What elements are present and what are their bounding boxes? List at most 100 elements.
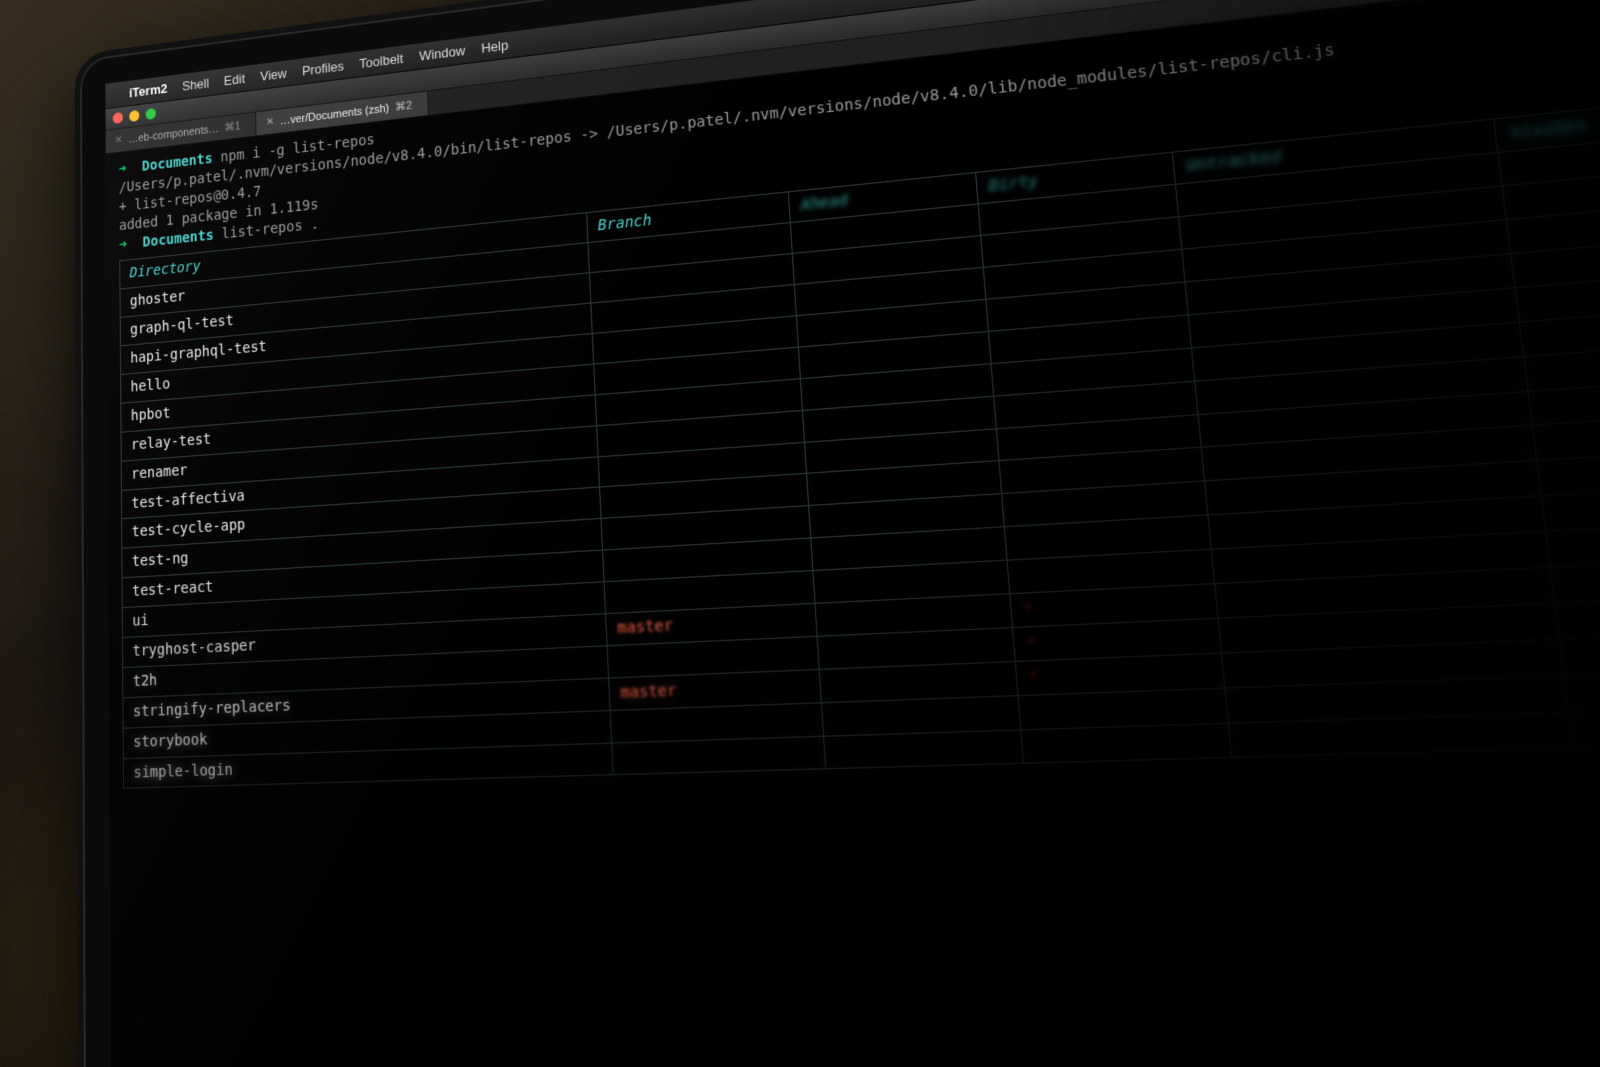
menu-item-edit[interactable]: Edit	[224, 71, 245, 89]
table-header: Dirty	[975, 153, 1175, 205]
directory-cell: tryghost-casper	[122, 614, 606, 668]
status-cell	[996, 414, 1201, 461]
directory-cell: test-react	[122, 550, 604, 607]
terminal-line: /Users/p.patel/.nvm/versions/node/v8.4.0…	[119, 0, 1600, 198]
menu-item-shell[interactable]: Shell	[182, 75, 209, 93]
directory-cell: test-affectiva	[121, 456, 599, 519]
status-cell	[819, 661, 1018, 702]
table-row: storybook	[123, 664, 1600, 758]
status-cell	[1537, 442, 1600, 496]
status-cell	[988, 315, 1191, 364]
status-cell	[1524, 334, 1600, 390]
menu-item-window[interactable]: Window	[419, 43, 466, 64]
directory-cell: t2h	[123, 646, 608, 698]
status-cell	[1564, 664, 1600, 712]
status-cell	[1498, 124, 1600, 186]
status-cell	[978, 185, 1179, 236]
status-cell	[821, 695, 1020, 736]
branch-cell	[607, 636, 819, 678]
table-row: stringify-replacersmaster*	[123, 627, 1600, 728]
status-cell	[1520, 299, 1600, 356]
menu-item-help[interactable]: Help	[481, 37, 509, 56]
table-header: Directory	[120, 213, 588, 289]
status-cell	[1515, 264, 1600, 322]
status-cell	[1021, 723, 1232, 764]
table-row: graph-ql-test	[120, 159, 1600, 346]
table-row: relay-test	[121, 299, 1600, 461]
status-cell: *	[1012, 618, 1221, 661]
status-cell	[1560, 627, 1600, 676]
zoom-window-button[interactable]	[146, 108, 156, 120]
tab-close-icon[interactable]: ✕	[266, 116, 274, 128]
branch-cell	[598, 442, 807, 488]
table-header: Stashes	[1494, 90, 1600, 153]
table-row: ghoster	[120, 124, 1600, 317]
app-menu[interactable]: iTerm2	[129, 81, 167, 101]
table-row: hello	[121, 228, 1600, 403]
close-window-button[interactable]	[113, 112, 123, 124]
branch-cell	[589, 254, 794, 303]
menu-item-profiles[interactable]: Profiles	[302, 58, 344, 78]
directory-cell: test-ng	[122, 519, 602, 578]
tab-label: …ver/Documents (zsh)	[280, 102, 389, 127]
status-cell	[1215, 567, 1556, 618]
menu-item-toolbelt[interactable]: Toolbelt	[359, 51, 403, 72]
status-cell	[1205, 461, 1542, 516]
status-cell	[1221, 639, 1564, 688]
branch-cell	[596, 410, 804, 456]
status-cell	[1528, 370, 1600, 426]
status-cell	[1225, 675, 1569, 722]
status-cell	[790, 204, 981, 253]
table-row: test-react	[122, 479, 1600, 608]
minimize-window-button[interactable]	[129, 110, 139, 122]
branch-cell	[611, 736, 825, 775]
directory-cell: graph-ql-test	[120, 273, 590, 346]
table-row: hapi-graphql-test	[120, 194, 1600, 375]
table-row: simple-login	[123, 702, 1600, 789]
status-cell	[1208, 496, 1546, 549]
directory-cell: hello	[121, 334, 594, 404]
status-cell	[981, 217, 1182, 267]
tab-close-icon[interactable]: ✕	[115, 135, 123, 147]
terminal-tab-1[interactable]: ✕ …eb-components… ⌘1	[106, 112, 257, 153]
table-header: Untracked	[1172, 120, 1498, 185]
menu-item-view[interactable]: View	[260, 66, 287, 84]
terminal-line: ➜ Documents npm i -g list-repos	[119, 0, 1600, 179]
terminal-viewport[interactable]: ➜ Documents npm i -g list-repos/Users/p.…	[106, 0, 1600, 790]
status-cell	[792, 236, 983, 285]
directory-cell: ui	[122, 582, 605, 638]
status-cell	[817, 627, 1015, 669]
status-cell	[994, 381, 1198, 429]
status-cell	[1191, 322, 1524, 381]
status-cell	[1507, 194, 1600, 254]
tab-hotkey: ⌘2	[395, 99, 412, 114]
status-cell	[800, 363, 993, 410]
terminal-line: ➜ Documents list-repos .	[119, 34, 1600, 255]
terminal-line: + list-repos@0.4.7	[119, 0, 1600, 217]
status-cell	[1551, 552, 1600, 603]
table-row: tryghost-caspermaster *	[122, 552, 1600, 667]
status-cell	[1179, 186, 1507, 249]
branch-cell	[601, 506, 811, 550]
status-cell	[1228, 712, 1573, 758]
tab-hotkey: ⌘1	[224, 119, 240, 134]
status-cell	[991, 348, 1195, 396]
status-cell	[1211, 531, 1550, 583]
status-cell	[810, 527, 1006, 571]
status-cell	[804, 428, 999, 473]
status-cell	[1175, 153, 1502, 217]
status-cell	[1007, 549, 1215, 593]
status-cell	[1502, 159, 1600, 220]
directory-cell: storybook	[123, 710, 611, 758]
branch-cell	[604, 571, 815, 614]
terminal-tab-2[interactable]: ✕ …ver/Documents (zsh) ⌘2	[256, 91, 429, 135]
status-cell	[986, 282, 1188, 331]
terminal-line: added 1 package in 1.119s	[119, 10, 1600, 235]
branch-cell: master	[605, 603, 817, 645]
status-cell	[1195, 356, 1529, 414]
directory-cell: test-cycle-app	[122, 488, 601, 549]
status-cell	[794, 267, 986, 315]
status-cell	[1546, 515, 1600, 567]
directory-cell: simple-login	[123, 743, 612, 789]
table-row: hpbot	[121, 264, 1600, 432]
